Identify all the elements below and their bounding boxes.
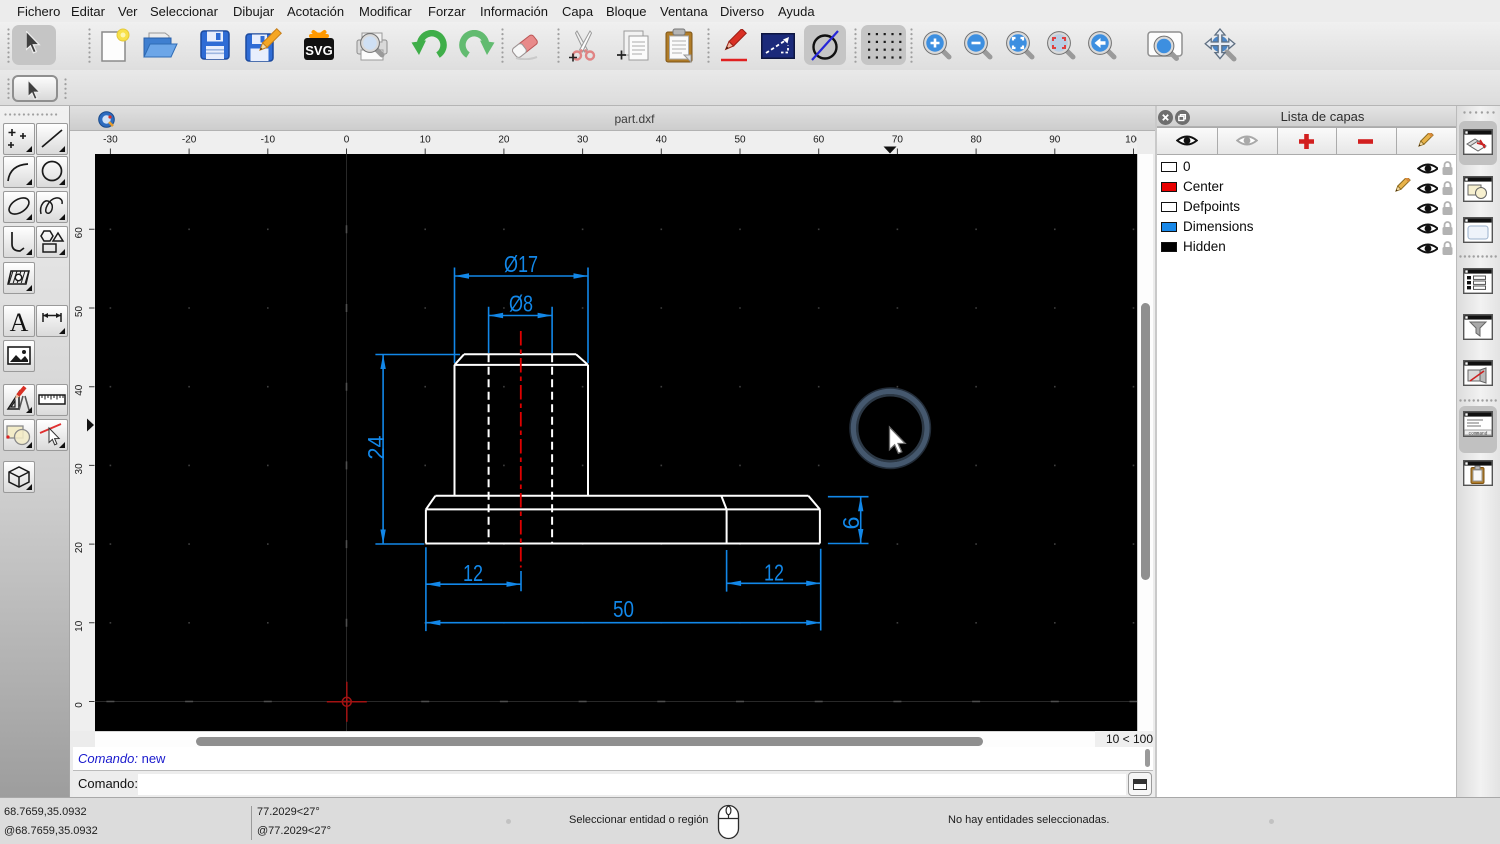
svg-text:80: 80	[971, 135, 983, 146]
svg-text:24: 24	[363, 435, 389, 459]
svg-text:30: 30	[74, 463, 85, 475]
svg-text:40: 40	[74, 384, 85, 396]
svg-text:90: 90	[1049, 135, 1061, 146]
svg-text:command: command	[1469, 430, 1488, 436]
svg-text:6: 6	[838, 517, 864, 530]
svg-text:60: 60	[813, 135, 825, 146]
svg-text:10: 10	[420, 135, 432, 146]
svg-text:10: 10	[74, 620, 85, 632]
svg-text:50: 50	[613, 596, 634, 622]
svg-text:Ø8: Ø8	[509, 291, 533, 317]
svg-text:50: 50	[74, 306, 85, 318]
svg-text:20: 20	[498, 135, 510, 146]
svg-text:40: 40	[656, 135, 668, 146]
svg-text:50: 50	[734, 135, 746, 146]
svg-text:-30: -30	[103, 135, 118, 146]
svg-text:-10: -10	[261, 135, 276, 146]
svg-text:SVG: SVG	[305, 43, 332, 58]
svg-text:60: 60	[74, 227, 85, 239]
svg-text:A: A	[10, 308, 29, 337]
svg-text:20: 20	[74, 542, 85, 554]
svg-text:-20: -20	[182, 135, 197, 146]
svg-text:12: 12	[463, 560, 483, 586]
svg-text:30: 30	[577, 135, 589, 146]
svg-text:Ø17: Ø17	[504, 251, 538, 277]
svg-text:70: 70	[892, 135, 904, 146]
svg-text:12: 12	[764, 560, 784, 586]
svg-text:0: 0	[74, 702, 85, 708]
svg-text:0: 0	[344, 135, 350, 146]
svg-text:100: 100	[1125, 135, 1137, 146]
